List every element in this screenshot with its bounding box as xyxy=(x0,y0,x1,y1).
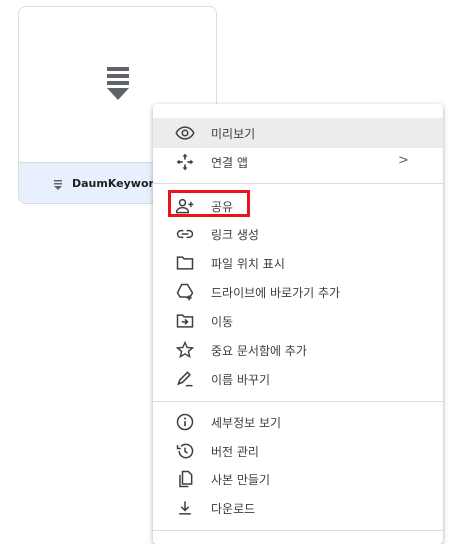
menu-item-details[interactable]: 세부정보 보기 xyxy=(153,407,443,437)
menu-item-rename[interactable]: 이름 바꾸기 xyxy=(153,364,443,394)
submenu-arrow-icon: > xyxy=(398,153,409,168)
eye-icon xyxy=(175,126,195,140)
menu-divider xyxy=(153,401,443,402)
menu-item-label: 링크 생성 xyxy=(211,228,259,242)
folder-icon xyxy=(176,256,194,270)
open-with-icon xyxy=(176,153,194,171)
menu-item-move[interactable]: 이동 xyxy=(153,306,443,336)
menu-item-show-location[interactable]: 파일 위치 표시 xyxy=(153,248,443,278)
menu-item-label: 파일 위치 표시 xyxy=(211,257,285,271)
menu-item-label: 드라이브에 바로가기 추가 xyxy=(211,286,341,300)
menu-item-download[interactable]: 다운로드 xyxy=(153,493,443,523)
add-to-drive-icon xyxy=(176,283,194,301)
menu-item-label: 이동 xyxy=(211,315,234,329)
menu-item-label: 중요 문서함에 추가 xyxy=(211,344,307,358)
star-icon xyxy=(175,340,195,359)
menu-item-label: 다운로드 xyxy=(211,502,256,516)
move-icon xyxy=(176,314,194,328)
menu-item-versions[interactable]: 버전 관리 xyxy=(153,436,443,466)
menu-item-preview[interactable]: 미리보기 xyxy=(153,118,443,148)
menu-item-label: 세부정보 보기 xyxy=(211,416,282,430)
menu-item-label: 이름 바꾸기 xyxy=(211,373,271,387)
info-icon xyxy=(176,413,194,431)
menu-item-label: 연결 앱 xyxy=(211,156,248,170)
download-file-icon xyxy=(106,66,129,100)
menu-item-get-link[interactable]: 링크 생성 xyxy=(153,219,443,249)
menu-item-label: 버전 관리 xyxy=(211,445,259,459)
link-icon xyxy=(176,229,194,239)
menu-divider xyxy=(153,183,443,184)
download-icon xyxy=(179,501,191,515)
menu-item-add-starred[interactable]: 중요 문서함에 추가 xyxy=(153,335,443,365)
context-menu: 미리보기 연결 앱 > 공유 링크 생성 파일 위치 표시 드라이브에 바로가기… xyxy=(153,104,443,544)
copy-icon xyxy=(179,470,193,488)
menu-item-add-shortcut[interactable]: 드라이브에 바로가기 추가 xyxy=(153,277,443,307)
menu-divider xyxy=(153,530,443,531)
menu-item-label: 사본 만들기 xyxy=(211,473,271,487)
share-highlight-box xyxy=(168,190,250,217)
pencil-icon xyxy=(176,371,193,387)
menu-item-make-copy[interactable]: 사본 만들기 xyxy=(153,464,443,494)
file-type-icon xyxy=(54,180,62,190)
history-icon xyxy=(176,443,194,459)
menu-item-label: 미리보기 xyxy=(211,127,256,141)
menu-item-open-with[interactable]: 연결 앱 > xyxy=(153,147,443,177)
